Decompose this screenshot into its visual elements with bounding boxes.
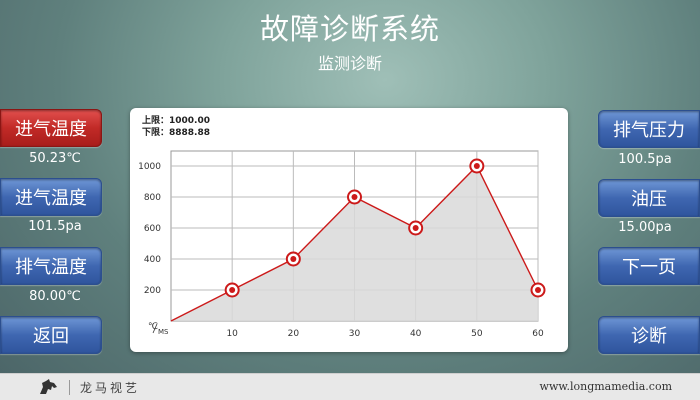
y-tick-label: 1000	[138, 162, 161, 172]
limits-readout: 上限：1000.00 下限：8888.88	[142, 115, 210, 139]
x-tick-label: 20	[288, 329, 300, 339]
page-subtitle: 监测诊断	[317, 54, 382, 73]
x-tick-label: 60	[532, 329, 544, 339]
x-tick-label: 50	[471, 329, 483, 339]
data-point-center	[473, 163, 480, 169]
oil-pressure-button[interactable]: 油压	[598, 179, 700, 217]
exhaust-temp-button[interactable]: 排气温度	[0, 247, 102, 285]
diagnose-button[interactable]: 诊断	[598, 316, 700, 354]
x-tick-label: 30	[349, 329, 361, 339]
intake-pressure-value: 101.5pa	[28, 219, 82, 234]
chart-panel: 10 20 30 40 50 60 200 400 600 800 1000 ℃ MS	[130, 108, 568, 352]
data-point-center	[535, 287, 541, 293]
upper-limit: 上限：1000.00	[142, 116, 210, 126]
x-tick-label: 10	[226, 329, 238, 339]
x-unit-label: MS	[158, 328, 169, 336]
oil-pressure-value: 15.00pa	[618, 220, 672, 235]
exhaust-pressure-value: 100.5pa	[618, 152, 672, 167]
lower-limit: 下限：8888.88	[142, 128, 210, 138]
data-point-center	[412, 225, 419, 231]
intake-temp-button[interactable]: 进气温度	[0, 109, 102, 147]
monitor-chart: 10 20 30 40 50 60 200 400 600 800 1000 ℃ MS	[138, 150, 546, 339]
y-unit-label: ℃	[148, 322, 158, 332]
data-point-center	[229, 287, 236, 293]
back-button[interactable]: 返回	[0, 316, 102, 354]
next-page-button[interactable]: 下一页	[598, 247, 700, 285]
intake-pressure-button[interactable]: 进气温度	[0, 178, 102, 216]
exhaust-pressure-button[interactable]: 排气压力	[598, 110, 700, 148]
y-tick-label: 400	[144, 255, 161, 265]
data-point-center	[290, 256, 297, 262]
exhaust-temp-value: 80.00℃	[29, 289, 81, 304]
y-tick-label: 200	[144, 286, 161, 296]
brand-name: 龙马视艺	[80, 381, 141, 395]
website-link[interactable]: www.longmamedia.com	[540, 380, 672, 393]
intake-temp-value: 50.23℃	[29, 151, 81, 166]
footer-bar: 龙马视艺 www.longmamedia.com	[0, 373, 700, 400]
y-tick-label: 600	[144, 224, 161, 234]
y-tick-label: 800	[144, 193, 161, 203]
data-point-center	[351, 194, 358, 200]
footer-divider	[69, 380, 70, 395]
x-tick-label: 40	[410, 329, 422, 339]
app-title: 故障诊断系统	[259, 12, 440, 46]
horse-logo-icon	[40, 379, 57, 394]
